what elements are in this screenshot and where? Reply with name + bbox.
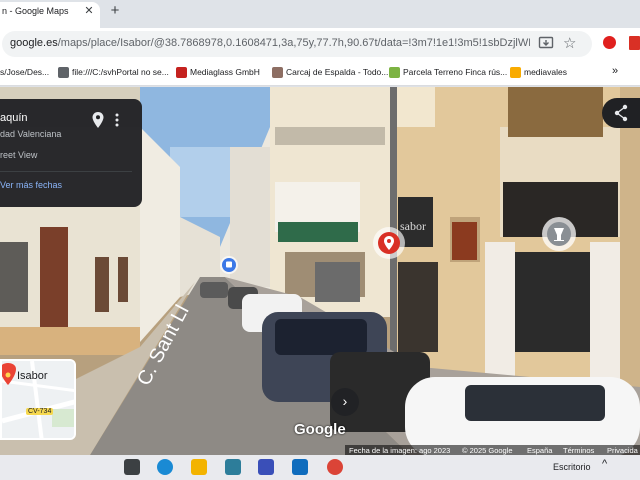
edge-icon[interactable] bbox=[157, 459, 173, 475]
new-tab-button[interactable]: + bbox=[106, 2, 124, 19]
terms-link[interactable]: Términos bbox=[563, 446, 594, 455]
bookmark-favicon-icon bbox=[176, 67, 187, 78]
place-region: dad Valenciana bbox=[0, 129, 62, 139]
install-app-icon[interactable] bbox=[538, 35, 554, 51]
road-shield-label: CV-734 bbox=[26, 408, 54, 415]
see-more-dates-link[interactable]: Ver más fechas bbox=[0, 180, 62, 190]
share-button[interactable] bbox=[602, 98, 640, 128]
place-marker[interactable] bbox=[373, 227, 405, 259]
transit-marker[interactable] bbox=[220, 256, 238, 274]
bookmark-item[interactable]: mediavales bbox=[524, 67, 567, 77]
bus-icon bbox=[222, 258, 236, 272]
privacy-link[interactable]: Privacida bbox=[607, 446, 638, 455]
file-explorer-icon[interactable] bbox=[191, 459, 207, 475]
desktop-toolbar-label[interactable]: Escritorio bbox=[553, 462, 591, 472]
pdf-extension-icon[interactable] bbox=[629, 36, 640, 50]
glass-icon bbox=[547, 222, 571, 246]
bookmark-star-icon[interactable]: ☆ bbox=[563, 34, 576, 52]
country-link[interactable]: España bbox=[527, 446, 552, 455]
tab-title: n - Google Maps bbox=[2, 6, 69, 16]
image-date: Fecha de la imagen: ago 2023 bbox=[349, 446, 451, 455]
place-name: aquín bbox=[0, 112, 28, 124]
url-text[interactable]: google.es/maps/place/Isabor/@38.7868978,… bbox=[10, 37, 530, 49]
task-view-icon[interactable] bbox=[124, 459, 140, 475]
url-path: /maps/place/Isabor/@38.7868978,0.1608471… bbox=[57, 37, 530, 49]
url-host: google.es bbox=[10, 37, 58, 49]
bookmark-item[interactable]: Parcela Terreno Finca rús... bbox=[403, 67, 507, 77]
move-forward-arrow-icon[interactable]: › bbox=[331, 388, 359, 416]
bookmark-favicon-icon bbox=[58, 67, 69, 78]
windows-taskbar bbox=[0, 455, 640, 480]
bookmark-item[interactable]: Mediaglass GmbH bbox=[190, 67, 260, 77]
opera-extension-icon[interactable] bbox=[603, 36, 616, 49]
bookmark-item[interactable]: Carcaj de Espalda - Todo... bbox=[286, 67, 388, 77]
tab-close-icon[interactable]: ✕ bbox=[82, 4, 96, 17]
more-options-icon[interactable] bbox=[110, 111, 124, 129]
bookmarks-overflow-icon[interactable]: » bbox=[612, 65, 618, 77]
bookmark-item[interactable]: file:///C:/svhPortal no se... bbox=[72, 67, 169, 77]
bookmark-favicon-icon bbox=[272, 67, 283, 78]
pro-app-icon[interactable] bbox=[258, 459, 274, 475]
card-divider bbox=[0, 171, 132, 172]
tray-overflow-icon[interactable]: ^ bbox=[602, 458, 607, 470]
location-pin-icon[interactable] bbox=[91, 111, 105, 129]
red-pin-icon bbox=[378, 232, 400, 254]
street-view-mode-label: reet View bbox=[0, 150, 38, 160]
bookmark-item[interactable]: s/Jose/Des... bbox=[0, 67, 49, 77]
outlook-icon[interactable] bbox=[292, 459, 308, 475]
bookmark-favicon-icon bbox=[389, 67, 400, 78]
google-logo: Google bbox=[294, 421, 346, 438]
chrome-icon[interactable] bbox=[327, 459, 343, 475]
poi-marker[interactable] bbox=[542, 217, 576, 251]
copyright-text: © 2025 Google bbox=[462, 446, 513, 455]
share-icon bbox=[614, 104, 628, 122]
bookmark-favicon-icon bbox=[510, 67, 521, 78]
store-icon[interactable] bbox=[225, 459, 241, 475]
minimap-place-label: Isabor bbox=[17, 370, 48, 382]
